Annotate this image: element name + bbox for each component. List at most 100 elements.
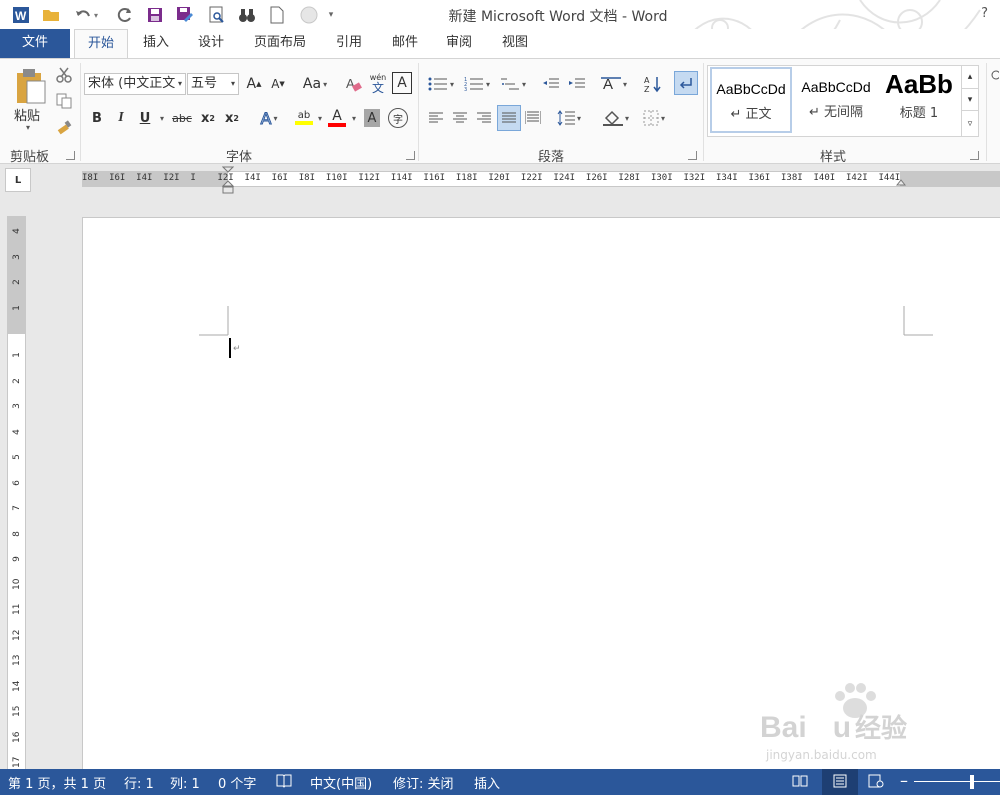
zoom-out-button[interactable]: –	[900, 771, 908, 790]
styles-scroll-up-icon[interactable]: ▴	[961, 66, 978, 88]
font-name-combo[interactable]: 宋体 (中文正文 ▾	[84, 73, 186, 95]
tab-file[interactable]: 文件	[0, 29, 70, 58]
print-layout-icon[interactable]	[822, 769, 858, 795]
tab-mailings[interactable]: 邮件	[382, 29, 428, 58]
vertical-ruler[interactable]: 4 3 2 1 1 2 3 4 5 6 7 8 9 10 11 12 13 14 15 16 17	[7, 216, 26, 770]
indent-markers-icon[interactable]	[222, 166, 234, 196]
status-word-count[interactable]: 0 个字	[218, 773, 256, 792]
watermark-url: jingyan.baidu.com	[766, 748, 877, 762]
read-mode-icon[interactable]	[792, 774, 808, 792]
sort-icon[interactable]: AZ	[642, 73, 664, 95]
horizontal-ruler[interactable]: I8I I6I I4I I2I I I2I I4I I6I I8I I10I I…	[82, 166, 1000, 194]
character-border-button[interactable]: A	[392, 72, 412, 94]
tab-references[interactable]: 引用	[326, 29, 372, 58]
superscript-button[interactable]: x2	[222, 107, 242, 129]
vertical-ruler-number: 13	[12, 654, 22, 666]
tab-home[interactable]: 开始	[74, 29, 128, 59]
shading-button[interactable]: ▾	[598, 107, 634, 129]
zoom-slider-track[interactable]	[914, 781, 1000, 782]
font-launcher-icon[interactable]	[406, 151, 415, 160]
bold-button[interactable]: B	[88, 107, 106, 129]
style-heading-1[interactable]: AaBb 标题 1	[880, 67, 958, 133]
subscript-button[interactable]: x2	[198, 107, 218, 129]
tab-view[interactable]: 视图	[492, 29, 538, 58]
status-bar: 第 1 页，共 1 页 行: 1 列: 1 0 个字 中文(中国) 修订: 关闭…	[0, 769, 1000, 795]
tab-page-layout[interactable]: 页面布局	[244, 29, 316, 58]
highlight-glyph: ab	[297, 110, 311, 121]
numbering-button[interactable]: 1 2 3 ▾	[460, 73, 494, 95]
status-mode[interactable]: 插入	[474, 773, 500, 792]
font-size-dropdown-icon[interactable]: ▾	[231, 74, 235, 94]
font-color-button[interactable]: A	[326, 105, 348, 131]
grow-font-button[interactable]: A ▲	[244, 73, 264, 95]
styles-scroll-down-icon[interactable]: ▾	[961, 88, 978, 110]
status-page[interactable]: 第 1 页，共 1 页	[8, 773, 106, 792]
phonetic-guide-button[interactable]: wén 文	[368, 71, 388, 97]
baidu-watermark: Bai u 经验 jingyan.baidu.com	[760, 680, 960, 770]
show-hide-marks-button[interactable]	[674, 71, 698, 95]
proofing-icon[interactable]	[276, 774, 292, 792]
underline-dropdown-icon[interactable]: ▾	[156, 107, 166, 129]
zoom-slider-thumb[interactable]	[970, 775, 974, 789]
character-shading-button[interactable]: A	[364, 109, 380, 127]
increase-indent-icon[interactable]	[566, 73, 588, 95]
strikethrough-button[interactable]: abc	[170, 107, 194, 129]
enclose-characters-button[interactable]: 字	[388, 108, 408, 128]
multilevel-list-button[interactable]: ▾	[496, 73, 530, 95]
distributed-icon[interactable]	[522, 107, 544, 129]
decrease-indent-icon[interactable]	[540, 73, 562, 95]
style-no-spacing[interactable]: AaBbCcDd ↵ 无间隔	[796, 67, 876, 133]
underline-button[interactable]: U	[136, 107, 154, 129]
styles-more-icon[interactable]: ▿	[961, 110, 978, 136]
cut-icon[interactable]	[54, 65, 74, 85]
style-sample: AaBb	[885, 69, 953, 99]
help-button[interactable]: ?	[981, 6, 988, 21]
font-color-glyph: A	[332, 108, 342, 124]
vertical-ruler-number: 4	[12, 428, 22, 435]
ruler-area: L I8I I6I I4I I2I I I2I I4I I6I I8I I10I…	[0, 165, 1000, 195]
font-size-combo[interactable]: 五号 ▾	[187, 73, 239, 95]
copy-icon[interactable]	[54, 91, 74, 111]
status-line: 行: 1	[124, 777, 154, 792]
italic-button[interactable]: I	[112, 107, 130, 129]
title-bar: W ▾ ▾ 新建 Microsoft Word 文档 - Word ?	[0, 0, 1000, 59]
style-normal[interactable]: AaBbCcDd ↵ 正文	[710, 67, 792, 133]
borders-button[interactable]: ▾	[636, 107, 672, 129]
ribbon-tabs: 文件 开始 插入 设计 页面布局 引用 邮件 审阅 视图	[0, 29, 1000, 59]
editing-icon[interactable]	[990, 67, 1000, 87]
format-painter-icon[interactable]	[54, 117, 74, 137]
shrink-font-button[interactable]: A ▼	[268, 73, 288, 95]
bullets-button[interactable]: ▾	[424, 73, 458, 95]
paste-dropdown-icon[interactable]: ▾	[26, 123, 30, 132]
vertical-ruler-number: 5	[12, 454, 22, 460]
font-color-dropdown-icon[interactable]: ▾	[348, 107, 358, 129]
status-language[interactable]: 中文(中国)	[310, 773, 372, 792]
tab-design[interactable]: 设计	[188, 29, 234, 58]
styles-launcher-icon[interactable]	[970, 151, 979, 160]
svg-text:Z: Z	[644, 85, 650, 93]
justify-icon[interactable]	[497, 105, 521, 131]
chinese-layout-button[interactable]: A ▾	[596, 73, 632, 95]
tab-selector[interactable]: L	[5, 168, 31, 192]
paragraph-launcher-icon[interactable]	[688, 151, 697, 160]
highlight-dropdown-icon[interactable]: ▾	[314, 107, 324, 129]
align-right-icon[interactable]	[474, 107, 494, 129]
font-name-dropdown-icon[interactable]: ▾	[178, 74, 182, 94]
align-center-icon[interactable]	[450, 107, 470, 129]
status-track-changes[interactable]: 修订: 关闭	[393, 773, 454, 792]
paste-label[interactable]: 粘贴	[14, 105, 40, 124]
clipboard-launcher-icon[interactable]	[66, 151, 75, 160]
group-separator	[80, 63, 81, 161]
tab-review[interactable]: 审阅	[436, 29, 482, 58]
line-spacing-button[interactable]: ▾	[552, 107, 586, 129]
right-indent-marker-icon[interactable]	[896, 176, 906, 186]
change-case-button[interactable]: Aa ▾	[298, 73, 332, 95]
tab-insert[interactable]: 插入	[132, 29, 180, 58]
text-effects-button[interactable]: A ▾	[254, 107, 284, 129]
style-name: 标题 1	[899, 106, 939, 121]
paste-clipboard-icon[interactable]	[10, 65, 50, 107]
svg-text:A: A	[644, 76, 650, 85]
web-layout-icon[interactable]	[868, 774, 884, 792]
align-left-icon[interactable]	[426, 107, 446, 129]
clear-formatting-icon[interactable]: A	[344, 73, 364, 95]
